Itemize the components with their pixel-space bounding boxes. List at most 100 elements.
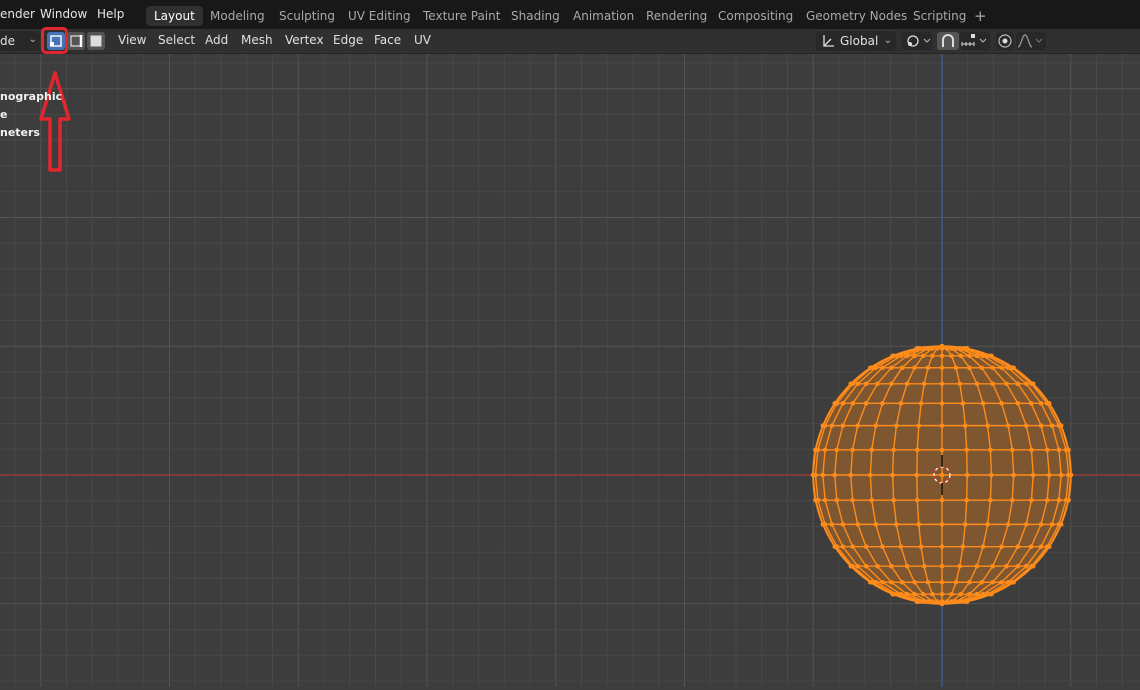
mesh-vertex[interactable] <box>822 497 828 503</box>
mesh-vertex[interactable] <box>822 447 828 453</box>
mesh-vertex[interactable] <box>999 544 1004 549</box>
mesh-vertex[interactable] <box>855 423 861 428</box>
mesh-vertex[interactable] <box>989 591 994 597</box>
mesh-vertex[interactable] <box>999 401 1004 406</box>
mesh-vertex[interactable] <box>863 401 869 406</box>
mesh-vertex[interactable] <box>925 599 931 604</box>
mesh-vertex[interactable] <box>899 365 905 371</box>
mesh-vertex[interactable] <box>949 591 954 597</box>
mesh-vertex[interactable] <box>1030 563 1036 569</box>
mesh-vertex[interactable] <box>939 343 945 349</box>
mesh-vertex[interactable] <box>1046 544 1052 549</box>
mesh-vertex[interactable] <box>1023 423 1029 428</box>
mesh-vertex[interactable] <box>964 472 970 478</box>
mesh-vertex[interactable] <box>834 447 840 453</box>
mesh-vertex[interactable] <box>1004 563 1009 569</box>
mesh-vertex[interactable] <box>989 353 994 359</box>
mesh-vertex[interactable] <box>967 365 972 371</box>
mesh-vertex[interactable] <box>850 497 855 503</box>
mesh-vertex[interactable] <box>999 365 1004 371</box>
mesh-vertex[interactable] <box>918 401 924 406</box>
mesh-vertex[interactable] <box>1005 365 1011 371</box>
mesh-vertex[interactable] <box>967 579 972 585</box>
mesh-vertex[interactable] <box>1030 472 1036 478</box>
mesh-vertex[interactable] <box>939 522 945 527</box>
mesh-vertex[interactable] <box>957 381 963 387</box>
viewport-canvas[interactable] <box>0 54 1140 687</box>
mesh-vertex[interactable] <box>873 522 879 527</box>
mesh-vertex[interactable] <box>834 544 840 549</box>
mesh-vertex[interactable] <box>916 423 922 428</box>
tab-sculpting[interactable]: Sculpting <box>271 6 343 26</box>
mesh-vertex[interactable] <box>850 401 856 406</box>
mesh-vertex[interactable] <box>930 346 935 351</box>
menu-face[interactable]: Face <box>374 33 401 47</box>
mesh-vertex[interactable] <box>813 472 818 478</box>
pivot-point-dropdown[interactable] <box>902 32 932 50</box>
mesh-vertex[interactable] <box>1011 472 1016 478</box>
mesh-vertex[interactable] <box>939 365 945 371</box>
mesh-vertex[interactable] <box>939 381 945 387</box>
mesh-vertex[interactable] <box>962 522 968 527</box>
mesh-vertex[interactable] <box>850 447 855 453</box>
mesh-vertex[interactable] <box>967 353 972 359</box>
mesh-vertex[interactable] <box>990 365 995 371</box>
mesh-vertex[interactable] <box>925 365 931 371</box>
mesh-vertex[interactable] <box>980 401 986 406</box>
mesh-vertex[interactable] <box>869 579 875 585</box>
mesh-vertex[interactable] <box>939 601 945 607</box>
mesh-vertex[interactable] <box>1066 497 1071 503</box>
mesh-vertex[interactable] <box>1058 423 1064 428</box>
mesh-vertex[interactable] <box>980 544 986 549</box>
mesh-vertex[interactable] <box>925 346 931 351</box>
mesh-vertex[interactable] <box>958 591 964 597</box>
tab-compositing[interactable]: Compositing <box>710 6 801 26</box>
mesh-vertex[interactable] <box>899 579 905 585</box>
mesh-vertex[interactable] <box>964 599 970 604</box>
mesh-vertex[interactable] <box>894 522 899 527</box>
mesh-vertex[interactable] <box>962 423 968 428</box>
mesh-vertex[interactable] <box>1015 381 1021 387</box>
menu-select[interactable]: Select <box>158 33 195 47</box>
mesh-vertex[interactable] <box>953 579 959 585</box>
mesh-vertex[interactable] <box>894 353 899 359</box>
mesh-vertex[interactable] <box>918 544 924 549</box>
mesh-vertex[interactable] <box>1005 423 1011 428</box>
mesh-vertex[interactable] <box>848 472 854 478</box>
mesh-vertex[interactable] <box>840 423 846 428</box>
mesh-vertex[interactable] <box>921 381 927 387</box>
mesh-vertex[interactable] <box>869 447 875 453</box>
mesh-vertex[interactable] <box>960 401 966 406</box>
mesh-vertex[interactable] <box>949 599 954 604</box>
mesh-vertex[interactable] <box>820 472 826 478</box>
mesh-vertex[interactable] <box>930 599 935 604</box>
mesh-vertex[interactable] <box>1056 497 1062 503</box>
mesh-vertex[interactable] <box>980 591 986 597</box>
mesh-vertex[interactable] <box>904 381 910 387</box>
mesh-vertex[interactable] <box>840 544 846 549</box>
add-workspace-icon[interactable]: + <box>974 6 987 26</box>
mesh-vertex[interactable] <box>939 579 945 585</box>
snap-target-dropdown[interactable] <box>960 32 990 50</box>
tab-geometry-nodes[interactable]: Geometry Nodes <box>798 6 915 26</box>
mesh-vertex[interactable] <box>980 353 986 359</box>
mesh-vertex[interactable] <box>920 353 926 359</box>
mesh-vertex[interactable] <box>815 497 821 503</box>
mesh-vertex[interactable] <box>850 563 855 569</box>
mesh-vertex[interactable] <box>1038 544 1044 549</box>
mesh-vertex[interactable] <box>880 365 885 371</box>
mesh-vertex[interactable] <box>916 522 922 527</box>
mesh-vertex[interactable] <box>964 497 969 503</box>
menu-add[interactable]: Add <box>205 33 228 47</box>
menu-uv[interactable]: UV <box>414 33 431 47</box>
tab-texture-paint[interactable]: Texture Paint <box>415 6 508 26</box>
mesh-vertex[interactable] <box>840 522 846 527</box>
mesh-vertex[interactable] <box>1038 401 1044 406</box>
mesh-vertex[interactable] <box>939 472 945 478</box>
mesh-vertex[interactable] <box>889 579 894 585</box>
mesh-vertex[interactable] <box>974 563 980 569</box>
mesh-vertex[interactable] <box>1023 381 1029 387</box>
proportional-edit-toggle[interactable] <box>996 32 1014 50</box>
mesh-vertex[interactable] <box>967 591 972 597</box>
mesh-vertex[interactable] <box>1023 563 1029 569</box>
